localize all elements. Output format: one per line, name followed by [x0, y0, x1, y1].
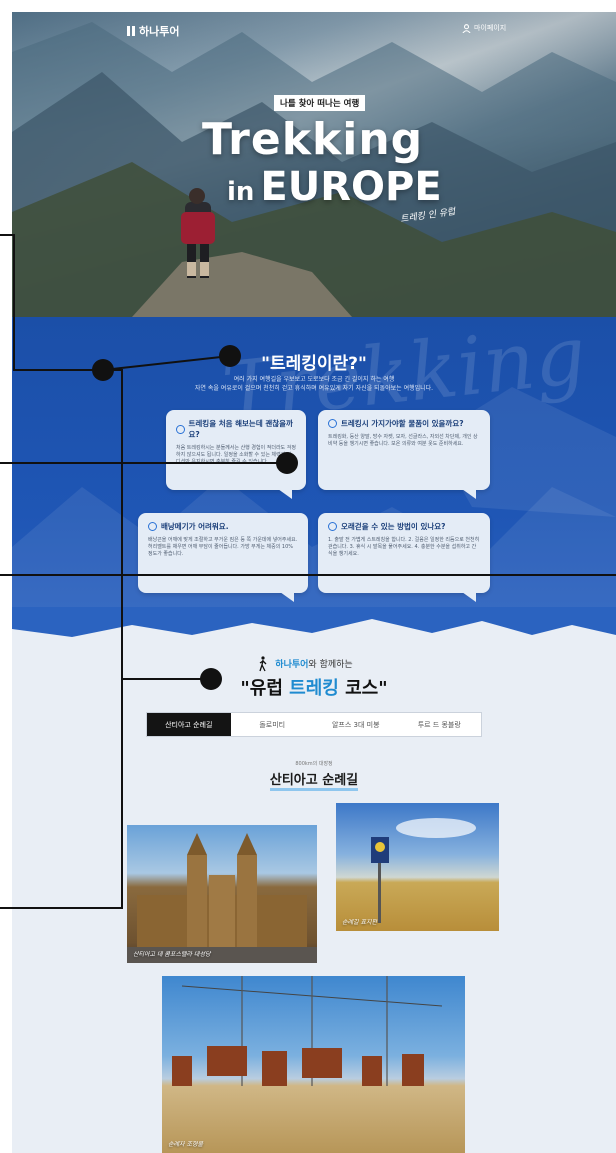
faq-bubble-backpack: 배낭메기가 어려워요. 배낭끈을 어깨에 맞게 조절하고 무거운 짐은 등 쪽 …: [138, 513, 308, 602]
mypage-link[interactable]: 마이페이지: [462, 23, 506, 33]
route-title-text: 산티아고 순례길: [269, 773, 359, 791]
faq-answer: 배낭끈을 어깨에 맞게 조절하고 무거운 짐은 등 쪽 가운데에 넣어주세요. …: [148, 537, 298, 557]
tab-mont-blanc[interactable]: 투르 드 몽블랑: [398, 713, 482, 736]
tab-dolomiti[interactable]: 돌로미티: [231, 713, 315, 736]
faq-bubble-first-time: 트레킹을 처음 해보는데 괜찮을까요? 처음 트레킹하시는 분들께서는 산행 경…: [166, 410, 306, 499]
question-icon: [148, 522, 157, 531]
about-subtitle-line1: 여러 가지 여행길을 우보보고 도로보다 조금 긴 길이지 하는 여행: [233, 376, 395, 383]
pilgrim-sculpture-illustration: [172, 976, 443, 1086]
hero-title-europe-word: EUROPE: [260, 164, 442, 210]
faq-answer: 처음 트레킹하시는 분들께서는 산행 경험이 적더라도 걱정하지 않으셔도 됩니…: [176, 445, 296, 465]
hero-banner: 하나투어 마이페이지 나를 찾아 떠나는 여행 Trekking in EUROP…: [12, 12, 616, 317]
cathedral-illustration: [127, 833, 317, 963]
courses-title-highlight: 트레킹: [289, 678, 339, 699]
signpost-illustration: [371, 818, 476, 923]
course-tabs: 산티아고 순례길 돌로미티 알프스 3대 미봉 투르 드 몽블랑: [146, 712, 482, 737]
route-title: 산티아고 순례길: [12, 769, 616, 791]
courses-brand: 하나투어: [275, 660, 309, 670]
courses-title-b: 코스": [338, 678, 388, 699]
hero-tagline: 나를 찾아 떠나는 여행: [274, 95, 366, 111]
faq-question: 오래걷을 수 있는 방법이 있나요?: [328, 521, 480, 532]
brand-logo-icon: [127, 26, 135, 36]
about-title: "트레킹이란?": [261, 354, 367, 374]
photo-cathedral: 산티아고 데 콤포스텔라 대성당: [127, 825, 317, 963]
brand-logo[interactable]: 하나투어: [127, 23, 179, 39]
faq-question: 트레킹을 처음 해보는데 괜찮을까요?: [176, 418, 296, 440]
brand-logo-text: 하나투어: [139, 25, 180, 38]
user-icon: [462, 23, 471, 33]
faq-bubble-long-walk: 오래걷을 수 있는 방법이 있나요? 1. 출발 전 가볍게 스트레칭을 합니다…: [318, 513, 490, 602]
tab-alps[interactable]: 알프스 3대 미봉: [314, 713, 398, 736]
hero-title-europe: in EUROPE: [227, 164, 442, 210]
faq-question-text: 트레킹을 처음 해보는데 괜찮을까요?: [188, 419, 293, 439]
photo-pilgrim-sculpture: 순례자 조형물: [162, 976, 465, 1153]
faq-question-text: 오래걷을 수 있는 방법이 있나요?: [341, 522, 446, 531]
tab-santiago[interactable]: 산티아고 순례길: [147, 713, 231, 736]
question-icon: [328, 419, 337, 428]
about-trekking-section: Trekking "트레킹이란?" 여러 가지 여행길을 우보보고 도로보다 조…: [12, 317, 616, 647]
faq-answer: 트레킹화, 등산 양말, 방수 자켓, 모자, 선글라스, 자외선 차단제, 개…: [328, 434, 478, 447]
courses-title-a: "유럽: [240, 678, 290, 699]
faq-bubble-items: 트레킹시 가지가야할 물품이 있을까요? 트레킹화, 등산 양말, 방수 자켓,…: [318, 410, 490, 499]
courses-pretitle: 하나투어와 함께하는: [12, 657, 616, 670]
photo-caption: 순례길 표지판: [342, 919, 378, 926]
faq-answer: 1. 출발 전 가볍게 스트레칭을 합니다. 2. 걸음은 일정한 리듬으로 천…: [328, 537, 480, 557]
about-subtitle: 여러 가지 여행길을 우보보고 도로보다 조금 긴 길이지 하는 여행 자연 속…: [12, 375, 616, 393]
faq-question: 배낭메기가 어려워요.: [148, 521, 298, 532]
photo-caption: 순례자 조형물: [168, 1141, 204, 1148]
faq-question-text: 배낭메기가 어려워요.: [161, 522, 229, 531]
courses-pretitle-rest: 와 함께하는: [308, 660, 353, 670]
faq-question: 트레킹시 가지가야할 물품이 있을까요?: [328, 418, 480, 429]
page-frame: 하나투어 마이페이지 나를 찾아 떠나는 여행 Trekking in EUROP…: [12, 12, 616, 1153]
hero-title-in: in: [227, 177, 255, 207]
courses-title: "유럽 트레킹 코스": [12, 674, 616, 700]
route-subtitle: 800km의 대장정: [295, 761, 333, 767]
about-subtitle-line2: 자연 속을 여유로이 걸으며 천천히 걷고 휴식하며 여유있게 자기 자신을 되…: [194, 385, 434, 392]
faq-question-text: 트레킹시 가지가야할 물품이 있을까요?: [341, 419, 464, 428]
photo-caption: 산티아고 데 콤포스텔라 대성당: [133, 951, 211, 958]
hero-title-trekking: Trekking: [202, 114, 424, 165]
photo-signpost: 순례길 표지판: [336, 803, 499, 931]
question-icon: [328, 522, 337, 531]
mypage-label: 마이페이지: [474, 24, 507, 32]
question-icon: [176, 424, 185, 434]
